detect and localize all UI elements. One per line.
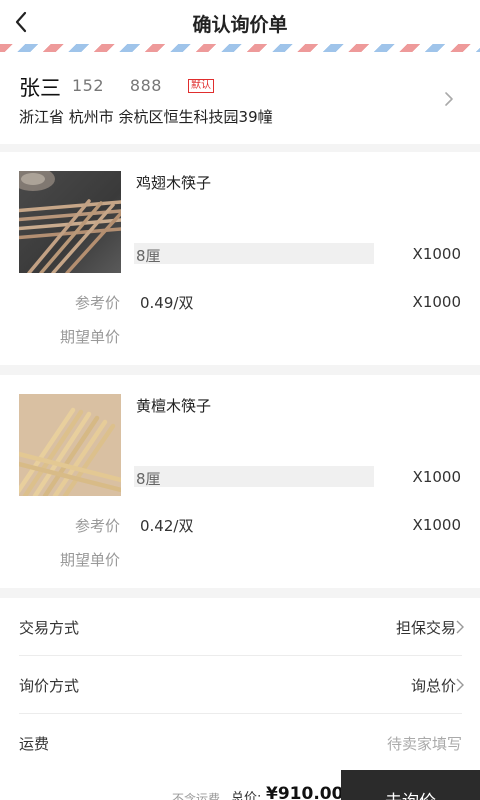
expected-price-label: 期望单价 (59, 328, 120, 346)
order-options: 交易方式 担保交易 询价方式 询总价 运费 待卖家填写 (0, 598, 480, 770)
spec-value: 8厘 (136, 470, 161, 488)
default-badge: 默认 (188, 79, 214, 93)
total-amount: ¥910.00 (266, 784, 344, 800)
inquiry-method-value: 询总价 (410, 677, 456, 695)
top-navigation-bar: 确认询价单 (0, 0, 480, 44)
checkout-bar: 不含运费 总价: ¥910.00 去询价 (0, 770, 480, 800)
inquiry-method-row[interactable]: 询价方式 询总价 (19, 656, 464, 714)
reference-quantity: X1000 (412, 293, 461, 311)
chevron-right-icon (445, 92, 453, 106)
bamboo-chopsticks-photo[interactable] (19, 394, 121, 496)
shipping-excluded-note: 不含运费 (172, 792, 221, 800)
product-card: 鸡翅木筷子 8厘 X1000 参考价 0.49/双 X1000 期望单价 (0, 152, 480, 365)
chevron-right-icon (456, 678, 464, 692)
reference-price-label: 参考价 (74, 517, 120, 535)
spec-field[interactable] (134, 243, 374, 264)
spec-quantity: X1000 (412, 245, 461, 263)
inquiry-method-label: 询价方式 (19, 677, 80, 695)
trade-method-value: 担保交易 (395, 619, 456, 637)
product-name: 鸡翅木筷子 (136, 174, 212, 192)
submit-inquiry-button[interactable]: 去询价 (341, 770, 480, 800)
product-card: 黄檀木筷子 8厘 X1000 参考价 0.42/双 X1000 期望单价 (0, 375, 480, 588)
envelope-stripe-divider (0, 44, 480, 52)
total-label: 总价: (231, 791, 262, 800)
expected-price-label: 期望单价 (59, 551, 120, 569)
shipping-fee-label: 运费 (19, 735, 50, 753)
product-name: 黄檀木筷子 (136, 397, 212, 415)
trade-method-label: 交易方式 (19, 619, 80, 637)
shipping-fee-value: 待卖家填写 (386, 735, 462, 753)
chevron-right-icon (456, 620, 464, 634)
spec-value: 8厘 (136, 247, 161, 265)
reference-price: 0.42/双 (140, 517, 194, 535)
wooden-chopsticks-photo[interactable] (19, 171, 121, 273)
trade-method-row[interactable]: 交易方式 担保交易 (19, 598, 464, 656)
shipping-fee-row: 运费 待卖家填写 (19, 714, 462, 772)
shipping-address-card[interactable]: 张三 152 888 默认 浙江省 杭州市 余杭区恒生科技园39幢 (0, 52, 480, 144)
reference-price-label: 参考价 (74, 294, 120, 312)
submit-inquiry-label: 去询价 (341, 787, 480, 800)
recipient-name: 张三 (19, 76, 61, 100)
address-detail: 浙江省 杭州市 余杭区恒生科技园39幢 (19, 108, 273, 126)
reference-quantity: X1000 (412, 516, 461, 534)
spec-quantity: X1000 (412, 468, 461, 486)
reference-price: 0.49/双 (140, 294, 194, 312)
recipient-phone: 152 888 (72, 76, 162, 95)
page-title: 确认询价单 (192, 14, 288, 36)
spec-field[interactable] (134, 466, 374, 487)
